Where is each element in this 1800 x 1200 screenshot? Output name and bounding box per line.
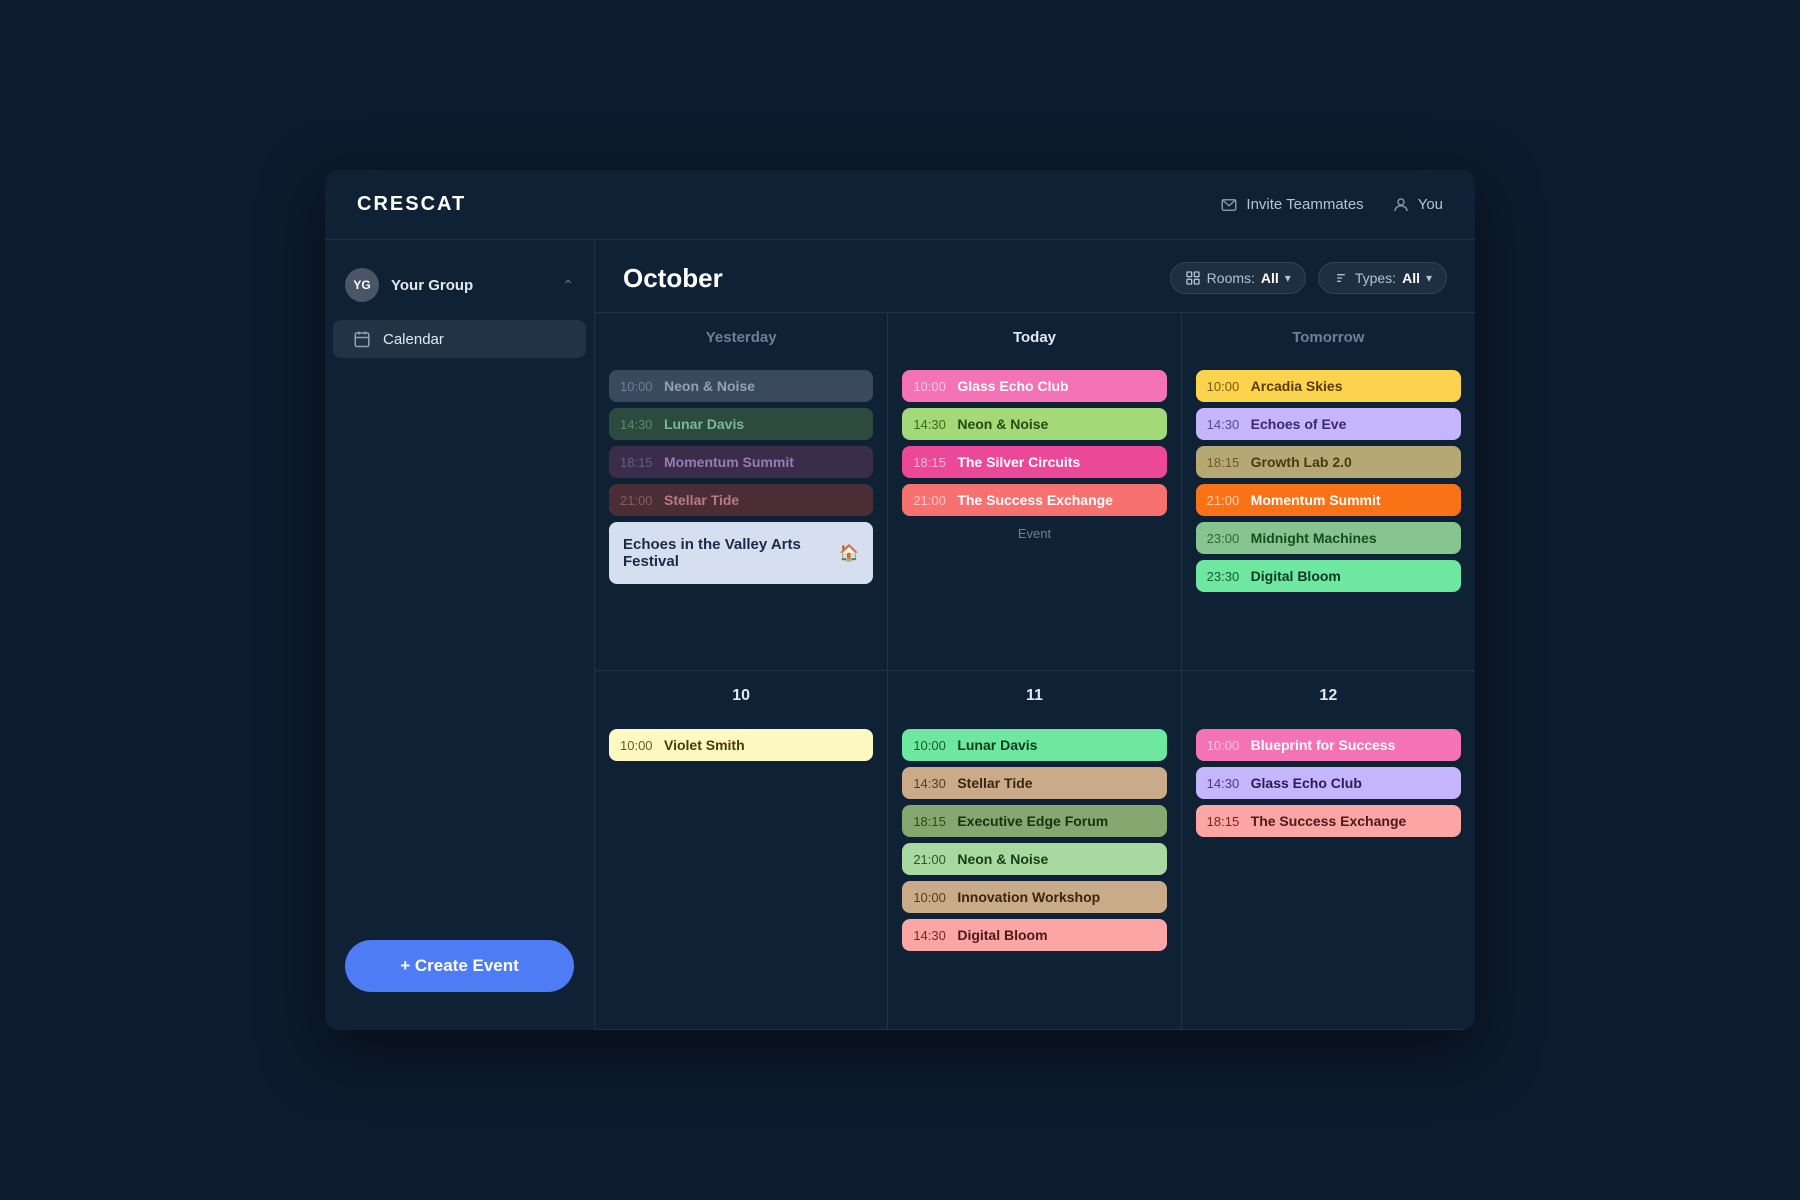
rooms-value: All [1261,270,1279,286]
group-initials: YG [353,278,370,292]
calendar-header: October Rooms: All ▾ Types: All ▾ [595,240,1475,312]
list-item[interactable]: 14:30 Echoes of Eve [1196,408,1461,440]
calendar-title: October [623,263,723,294]
day12-header: 12 [1196,687,1461,715]
types-chevron-icon: ▾ [1426,271,1432,285]
list-item[interactable]: 18:15 Momentum Summit [609,446,873,478]
day11-header: 11 [902,687,1166,715]
rooms-chevron-icon: ▾ [1285,271,1291,285]
today-col: Today 10:00 Glass Echo Club 14:30 Neon &… [888,313,1181,670]
list-item[interactable]: 21:00 Neon & Noise [902,843,1166,875]
top-bar: CRESCAT Invite Teammates You [325,170,1475,240]
list-item[interactable]: 10:00 Glass Echo Club [902,370,1166,402]
rooms-label: Rooms: [1207,270,1255,286]
yesterday-col: Yesterday 10:00 Neon & Noise 14:30 Lunar… [595,313,888,670]
list-item[interactable]: 14:30 Lunar Davis [609,408,873,440]
rooms-icon [1185,270,1201,286]
list-item[interactable]: 21:00 Momentum Summit [1196,484,1461,516]
tomorrow-col: Tomorrow 10:00 Arcadia Skies 14:30 Echoe… [1182,313,1475,670]
sidebar-item-calendar[interactable]: Calendar [333,320,586,358]
day12-col: 12 10:00 Blueprint for Success 14:30 Gla… [1182,671,1475,1029]
list-item[interactable]: 18:15 Executive Edge Forum [902,805,1166,837]
list-item[interactable]: 21:00 The Success Exchange [902,484,1166,516]
calendar-icon [353,330,371,348]
main-layout: YG Your Group ⌃ Calendar + Create Event … [325,240,1475,1030]
today-header: Today [902,329,1166,356]
list-item[interactable]: 18:15 The Silver Circuits [902,446,1166,478]
group-selector[interactable]: YG Your Group ⌃ [325,258,594,312]
list-item[interactable]: 14:30 Neon & Noise [902,408,1166,440]
list-item[interactable]: 10:00 Blueprint for Success [1196,729,1461,761]
create-event-button[interactable]: + Create Event [345,940,574,992]
list-item[interactable]: 10:00 Neon & Noise [609,370,873,402]
user-icon [1392,196,1410,214]
day11-col: 11 10:00 Lunar Davis 14:30 Stellar Tide … [888,671,1181,1029]
list-item[interactable]: 10:00 Lunar Davis [902,729,1166,761]
list-item[interactable]: 18:15 Growth Lab 2.0 [1196,446,1461,478]
types-filter[interactable]: Types: All ▾ [1318,262,1447,294]
mail-icon [1220,196,1238,214]
top-bar-actions: Invite Teammates You [1220,196,1443,214]
invite-label: Invite Teammates [1246,196,1363,213]
types-value: All [1402,270,1420,286]
festival-name: Echoes in the Valley Arts Festival [623,536,839,570]
calendar-row-1: Yesterday 10:00 Neon & Noise 14:30 Lunar… [595,313,1475,671]
day10-header: 10 [609,687,873,715]
calendar-filters: Rooms: All ▾ Types: All ▾ [1170,262,1447,294]
user-button[interactable]: You [1392,196,1443,214]
calendar-area: October Rooms: All ▾ Types: All ▾ [595,240,1475,1030]
app-window: CRESCAT Invite Teammates You YG Your Gro… [325,170,1475,1030]
list-item[interactable]: 23:00 Midnight Machines [1196,522,1461,554]
user-label: You [1418,196,1443,213]
list-item[interactable]: 21:00 Stellar Tide [609,484,873,516]
types-label: Types: [1355,270,1396,286]
list-item[interactable]: 23:30 Digital Bloom [1196,560,1461,592]
sidebar: YG Your Group ⌃ Calendar + Create Event [325,240,595,1030]
chevron-icon: ⌃ [562,277,574,294]
festival-icon: 🏠 [839,543,859,563]
yesterday-header: Yesterday [609,329,873,356]
app-logo: CRESCAT [357,193,466,216]
group-name: Your Group [391,277,550,294]
tomorrow-header: Tomorrow [1196,329,1461,356]
group-avatar: YG [345,268,379,302]
list-item[interactable]: 10:00 Violet Smith [609,729,873,761]
rooms-filter[interactable]: Rooms: All ▾ [1170,262,1306,294]
festival-banner[interactable]: Echoes in the Valley Arts Festival 🏠 [609,522,873,584]
calendar-grid: Yesterday 10:00 Neon & Noise 14:30 Lunar… [595,312,1475,1030]
list-item[interactable]: 10:00 Arcadia Skies [1196,370,1461,402]
list-item[interactable]: 14:30 Stellar Tide [902,767,1166,799]
sidebar-item-label: Calendar [383,331,444,348]
calendar-row-2: 10 10:00 Violet Smith 11 10:00 Lunar Dav… [595,671,1475,1030]
list-item[interactable]: 18:15 The Success Exchange [1196,805,1461,837]
list-item[interactable]: 14:30 Digital Bloom [902,919,1166,951]
sidebar-bottom: + Create Event [325,920,594,1012]
day10-col: 10 10:00 Violet Smith [595,671,888,1029]
list-item[interactable]: 10:00 Innovation Workshop [902,881,1166,913]
types-icon [1333,270,1349,286]
invite-teammates-button[interactable]: Invite Teammates [1220,196,1363,214]
list-item[interactable]: 14:30 Glass Echo Club [1196,767,1461,799]
event-label: Event [902,522,1166,549]
